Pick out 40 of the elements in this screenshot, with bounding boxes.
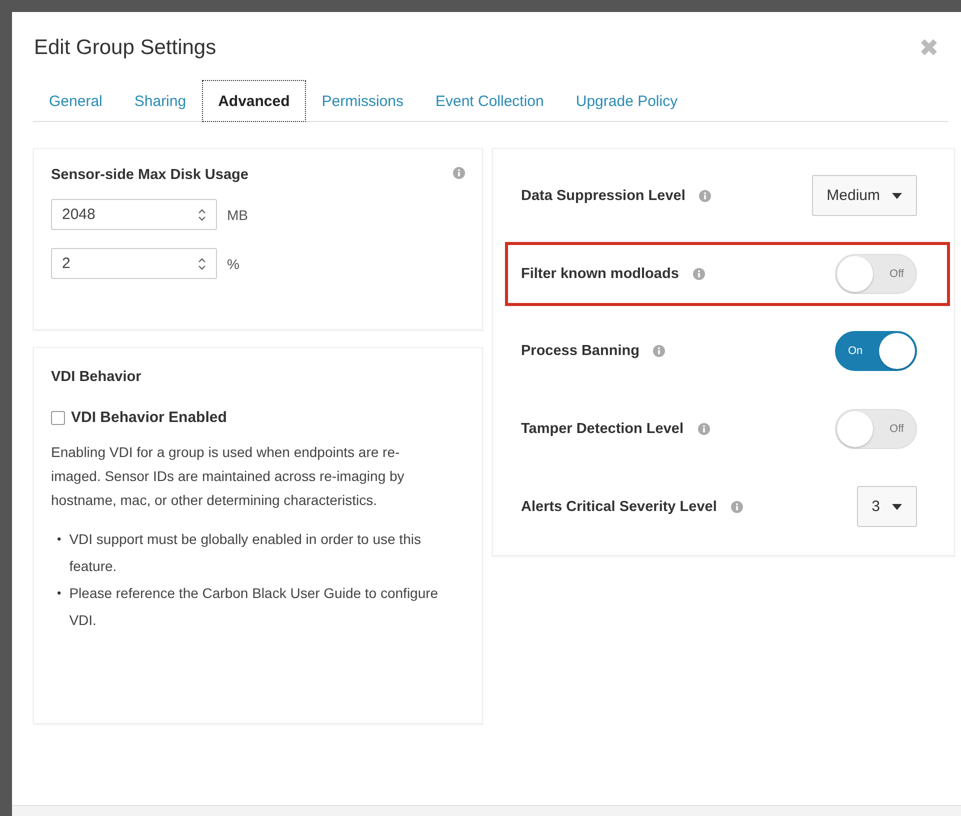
unit-label: MB [227,206,248,222]
tab[interactable]: Advanced [202,80,306,122]
checkbox[interactable] [51,410,65,424]
setting-label: Data Suppression Level [521,188,686,204]
setting-label: Process Banning [521,343,640,359]
spinner-icon [198,256,206,270]
bullet: • [57,531,62,548]
tab[interactable]: Upgrade Policy [560,80,694,122]
panel-title: Sensor-side Max Disk Usage [51,167,248,183]
info-icon[interactable] [730,500,743,512]
tab[interactable]: Permissions [306,80,420,122]
tab[interactable]: Event Collection [419,80,560,122]
spinner-icon [198,208,206,222]
description-text: Enabling VDI for a group is used when endpoints are re-imaged. Sensor IDs are maintained across re-imaging by hostname, mac, or other determining characteristics. [51,443,406,510]
info-icon[interactable] [699,190,712,202]
info-icon[interactable] [698,422,710,434]
tab[interactable]: General [33,80,118,122]
dialog-title: Edit Group Settings [34,36,216,60]
number-field[interactable]: 2048 [51,199,217,230]
info-icon[interactable] [453,167,465,179]
bullet: • [57,585,62,602]
unit-label: % [227,256,240,272]
info-icon[interactable] [692,268,705,280]
caret-icon [892,192,902,198]
dropdown[interactable]: 3 [856,486,917,527]
toggle-switch[interactable]: Off [835,254,917,294]
note-item: Please reference the Carbon Black User Guide to configure VDI. [69,584,440,630]
setting-label: Alerts Critical Severity Level [521,498,717,514]
note-item: VDI support must be globally enabled in order to use this feature. [69,530,422,576]
toggle-switch[interactable]: Off [835,408,917,448]
dropdown[interactable]: Medium [812,175,917,216]
toggle-switch[interactable]: On [835,331,917,371]
checkbox-label: VDI Behavior Enabled [71,409,227,426]
number-field[interactable]: 2 [51,248,217,279]
setting-label: Filter known modloads [521,266,679,282]
panel-title: VDI Behavior [51,369,142,385]
tab[interactable]: Sharing [118,80,202,122]
setting-label: Tamper Detection Level [521,420,684,436]
info-icon[interactable] [653,345,666,357]
caret-icon [892,504,902,510]
